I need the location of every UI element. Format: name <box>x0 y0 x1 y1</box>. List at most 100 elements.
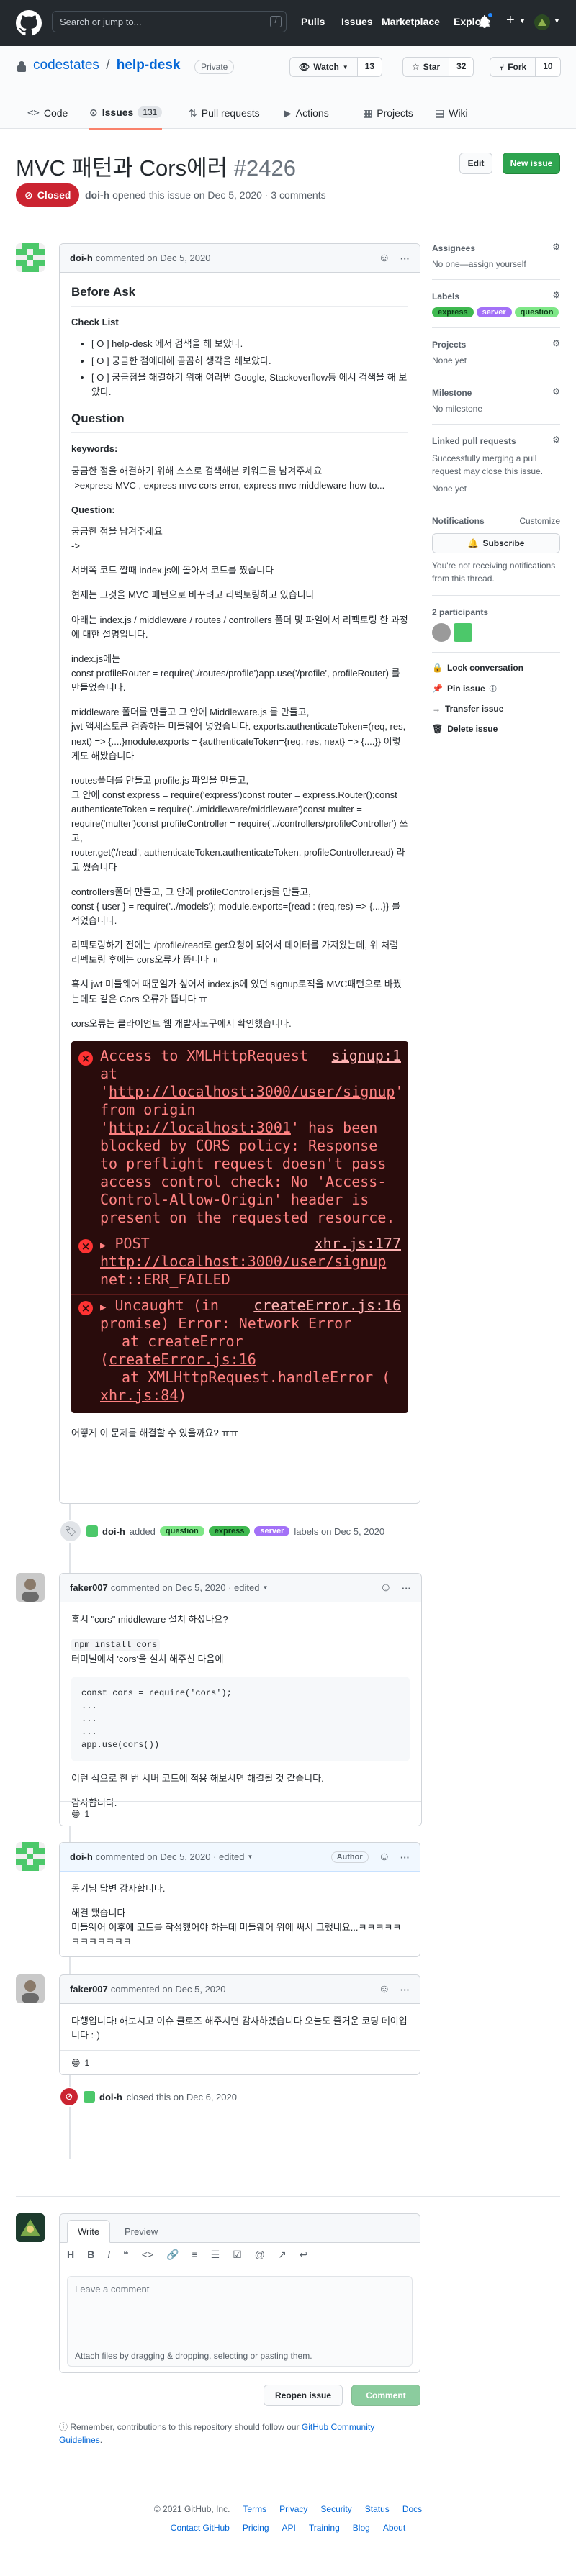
nav-marketplace[interactable]: Marketplace <box>382 16 440 27</box>
delete-issue[interactable]: 🗑 Delete issue <box>432 724 560 734</box>
footer-link-docs[interactable]: Docs <box>402 2504 422 2514</box>
ordered-list-icon[interactable]: ☰ <box>211 2249 220 2261</box>
nav-issues[interactable]: Issues <box>341 16 373 27</box>
italic-icon[interactable]: I <box>107 2249 110 2261</box>
github-logo-icon[interactable] <box>16 10 42 36</box>
user-avatar[interactable] <box>534 14 550 30</box>
gear-icon[interactable]: ⚙ <box>552 386 560 396</box>
tab-projects[interactable]: ▦ Projects <box>363 96 413 130</box>
tab-code[interactable]: <> Code <box>27 96 68 130</box>
issue-author-link[interactable]: doi-h <box>85 189 109 201</box>
watch-count[interactable]: 13 <box>356 58 382 76</box>
tab-pull-requests[interactable]: ⇅ Pull requests <box>189 96 260 130</box>
repo-name-link[interactable]: help-desk <box>117 58 181 73</box>
mention-icon[interactable]: @ <box>255 2249 265 2261</box>
lock-conversation[interactable]: 🔒 Lock conversation <box>432 663 560 673</box>
footer-link-security[interactable]: Security <box>320 2504 351 2514</box>
code-icon[interactable]: <> <box>142 2249 153 2261</box>
tasklist-icon[interactable]: ☑ <box>233 2249 242 2261</box>
footer-link-blog[interactable]: Blog <box>353 2523 370 2533</box>
comment-author-link[interactable]: doi-h <box>70 1851 93 1862</box>
label-express[interactable]: express <box>432 307 474 317</box>
gear-icon[interactable]: ⚙ <box>552 290 560 300</box>
tab-write[interactable]: Write <box>67 2220 111 2243</box>
link-icon[interactable]: 🔗 <box>166 2249 179 2261</box>
footer-link-status[interactable]: Status <box>365 2504 390 2514</box>
bold-icon[interactable]: B <box>87 2249 94 2261</box>
smiley-reaction-icon[interactable]: ☺ <box>379 1983 390 1996</box>
subscribe-button[interactable]: 🔔 Subscribe <box>432 533 560 553</box>
reaction-emoji[interactable]: 😄 <box>71 1809 81 1819</box>
smiley-reaction-icon[interactable]: ☺ <box>380 1582 392 1595</box>
caret-down-icon[interactable]: ▼ <box>247 1854 253 1860</box>
reply-icon[interactable]: ↩ <box>300 2249 308 2261</box>
comment-timestamp[interactable]: commented on Dec 5, 2020 · edited <box>96 1851 245 1862</box>
kebab-horizontal-icon[interactable]: ··· <box>400 1852 410 1863</box>
comment-author-link[interactable]: faker007 <box>70 1984 108 1995</box>
new-issue-button[interactable]: New issue <box>503 153 560 174</box>
star-button[interactable]: ☆ Star <box>403 58 449 76</box>
label-server[interactable]: server <box>254 1526 290 1536</box>
star-count[interactable]: 32 <box>449 58 474 76</box>
milestone-title[interactable]: Milestone ⚙ <box>432 386 560 398</box>
footer-link-contact[interactable]: Contact GitHub <box>171 2523 230 2533</box>
repo-owner-link[interactable]: codestates <box>33 58 99 73</box>
cross-reference-icon[interactable]: ↗ <box>278 2249 287 2261</box>
footer-link-terms[interactable]: Terms <box>243 2504 266 2514</box>
unordered-list-icon[interactable]: ≡ <box>192 2249 197 2261</box>
footer-link-pricing[interactable]: Pricing <box>243 2523 269 2533</box>
kebab-horizontal-icon[interactable]: ··· <box>402 1583 411 1594</box>
event-author-link[interactable]: doi-h <box>99 2092 122 2103</box>
participant-avatar[interactable] <box>432 623 451 642</box>
plus-icon[interactable]: + <box>506 12 515 29</box>
event-author-link[interactable]: doi-h <box>102 1526 125 1537</box>
avatar[interactable] <box>16 2213 45 2242</box>
comment-timestamp[interactable]: commented on Dec 5, 2020 <box>111 1984 226 1995</box>
quote-icon[interactable]: ❝ <box>123 2249 129 2261</box>
label-question[interactable]: question <box>159 1526 204 1536</box>
labels-title[interactable]: Labels ⚙ <box>432 290 560 301</box>
comment-author-link[interactable]: faker007 <box>70 1582 108 1593</box>
transfer-issue[interactable]: → Transfer issue <box>432 704 560 714</box>
comment-textarea[interactable]: Leave a comment <box>67 2276 413 2346</box>
tab-preview[interactable]: Preview <box>114 2220 168 2243</box>
attach-files-hint[interactable]: Attach files by dragging & dropping, sel… <box>67 2346 413 2367</box>
edit-button[interactable]: Edit <box>459 153 492 174</box>
pin-issue[interactable]: 📌 Pin issue ⓘ <box>432 683 560 694</box>
customize-link[interactable]: Customize <box>519 516 560 526</box>
avatar[interactable] <box>16 243 45 272</box>
label-question[interactable]: question <box>514 307 559 317</box>
gear-icon[interactable]: ⚙ <box>552 435 560 445</box>
fork-count[interactable]: 10 <box>535 58 560 76</box>
heading-icon[interactable]: H <box>67 2249 74 2261</box>
watch-button[interactable]: 👁 Watch ▼ <box>290 58 357 76</box>
comment-button[interactable]: Comment <box>351 2385 420 2406</box>
assignees-value[interactable]: No one—assign yourself <box>432 259 560 269</box>
console-error-screenshot[interactable]: × signup:1 Access to XMLHttpRequest at '… <box>71 1040 408 1413</box>
assignees-title[interactable]: Assignees ⚙ <box>432 242 560 253</box>
comment-author-link[interactable]: doi-h <box>70 253 93 263</box>
caret-down-icon[interactable]: ▼ <box>519 17 526 24</box>
comment-timestamp[interactable]: commented on Dec 5, 2020 <box>96 253 211 263</box>
footer-link-privacy[interactable]: Privacy <box>279 2504 307 2514</box>
caret-down-icon[interactable]: ▼ <box>554 17 560 24</box>
participant-avatar[interactable] <box>454 623 472 642</box>
caret-down-icon[interactable]: ▼ <box>262 1584 268 1591</box>
tab-actions[interactable]: ▶ Actions <box>284 96 329 130</box>
smiley-reaction-icon[interactable]: ☺ <box>379 252 390 265</box>
comment-timestamp[interactable]: commented on Dec 5, 2020 · edited <box>111 1582 260 1593</box>
avatar[interactable] <box>16 1842 45 1871</box>
fork-button[interactable]: ⑂ Fork <box>490 58 535 76</box>
footer-link-about[interactable]: About <box>383 2523 405 2533</box>
avatar[interactable] <box>86 1525 98 1537</box>
reopen-issue-button[interactable]: Reopen issue <box>264 2385 343 2406</box>
tab-wiki[interactable]: ▤ Wiki <box>435 96 468 130</box>
tab-issues[interactable]: ⊙ Issues 131 <box>89 96 163 130</box>
linked-prs-title[interactable]: Linked pull requests ⚙ <box>432 435 560 446</box>
footer-link-api[interactable]: API <box>282 2523 296 2533</box>
gear-icon[interactable]: ⚙ <box>552 338 560 348</box>
kebab-horizontal-icon[interactable]: ··· <box>400 1985 410 1995</box>
smiley-reaction-icon[interactable]: ☺ <box>379 1851 390 1864</box>
reaction-emoji[interactable]: 😄 <box>71 2058 81 2068</box>
footer-link-training[interactable]: Training <box>309 2523 340 2533</box>
